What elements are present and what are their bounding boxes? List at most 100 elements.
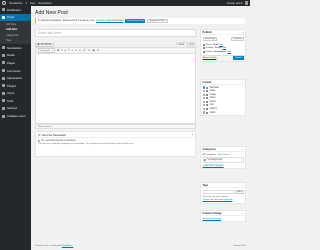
media-icon: ▣	[37, 44, 40, 46]
posts-submenu: All Posts Add New Categories Tags	[0, 21, 31, 44]
publish-box: Publish ▴ Save Draft Preview Status: Draft…	[200, 29, 246, 62]
most-used-tags-link[interactable]: Choose from the most used tags	[201, 198, 245, 203]
admin-bar-greeting[interactable]: Howdy, admin	[227, 2, 243, 5]
format-radio[interactable]	[203, 90, 206, 93]
upgrade-pro-button[interactable]: Upgrade to PRO	[146, 18, 168, 24]
set-featured-image-link[interactable]: Set featured image	[201, 216, 245, 221]
send-newsletter-panel: ✉ Send as Newsletter ▴ No, send this pos…	[35, 131, 196, 157]
notice-text: To activate Newsletters, please submit a…	[38, 20, 95, 22]
page-icon	[2, 61, 5, 65]
admin-bar-site[interactable]: Newsletters	[9, 2, 23, 5]
tag-input[interactable]	[202, 189, 234, 194]
edit-schedule-link[interactable]: Edit	[227, 51, 231, 53]
format-radio[interactable]	[203, 104, 206, 107]
move-to-trash-link[interactable]: Move to Trash	[203, 57, 217, 59]
send-newsletter-description: Turn this on to send this post/page as a…	[38, 143, 134, 146]
email-icon: ✉	[38, 132, 41, 137]
fullscreen-icon[interactable]: ⤢	[97, 49, 99, 52]
key-icon	[202, 43, 205, 46]
align-left-icon[interactable]: ≡	[72, 49, 74, 52]
add-new-category-link[interactable]: + Add New Category	[201, 163, 245, 168]
sidebar-item-pages[interactable]: Pages	[0, 59, 31, 67]
pin-icon	[206, 86, 209, 89]
sidebar-item-newsletters[interactable]: Newsletters	[0, 44, 31, 52]
sidebar-item-posts[interactable]: Posts	[0, 13, 31, 22]
tab-all-categories[interactable]: All Categories	[203, 154, 217, 156]
admin-bar-comments[interactable]: 0	[26, 2, 27, 5]
sidebar-item-plugins[interactable]: Plugins	[0, 82, 31, 90]
wordpress-logo-icon[interactable]	[2, 1, 6, 5]
avatar[interactable]	[244, 1, 248, 5]
plugin-icon	[2, 84, 5, 88]
blockquote-icon[interactable]: ❝	[68, 49, 69, 52]
sidebar-item-media[interactable]: Media	[0, 52, 31, 60]
video-icon	[206, 97, 209, 100]
page-title: Add New Post	[35, 10, 68, 16]
chevron-up-icon[interactable]: ▴	[242, 184, 243, 187]
pin-icon	[2, 15, 5, 19]
quote-icon	[206, 100, 209, 103]
edit-status-link[interactable]: Edit	[219, 44, 223, 46]
format-radio[interactable]	[203, 86, 206, 89]
category-checkbox[interactable]	[204, 158, 207, 162]
edit-visibility-link[interactable]: Edit	[223, 47, 227, 49]
tools-icon	[2, 99, 5, 103]
add-tag-button[interactable]: Add	[235, 189, 244, 195]
collapse-icon	[2, 114, 5, 118]
publish-button[interactable]: Publish	[233, 56, 244, 60]
format-radio[interactable]	[203, 111, 206, 114]
sidebar-item-comments[interactable]: Comments	[0, 67, 31, 75]
submit-serial-button[interactable]: Submit Serial Key	[125, 19, 146, 23]
save-draft-button[interactable]: Save Draft	[202, 36, 218, 42]
admin-bar-newsletters[interactable]: Newsletters	[38, 2, 52, 5]
chevron-up-icon[interactable]: ▴	[242, 212, 243, 215]
format-radio[interactable]	[203, 100, 206, 103]
submenu-tags[interactable]: Tags	[0, 38, 31, 43]
sidebar-item-appearance[interactable]: Appearance	[0, 74, 31, 82]
calendar-icon	[202, 50, 205, 53]
format-option-audio[interactable]: Audio	[201, 111, 245, 115]
post-title-input[interactable]: Enter title here	[35, 29, 196, 37]
editor-toolbar: Paragraph ▾ B I ≡ ❝ ≡ ≡ ≡ 🔗 ✂ ⊞ ⤢	[36, 47, 195, 54]
chevron-up-icon[interactable]: ▴	[242, 31, 243, 34]
chevron-up-icon[interactable]: ▴	[242, 81, 243, 84]
sidebar-item-dashboard[interactable]: Dashboard	[0, 6, 31, 14]
sidebar-item-collapse[interactable]: Collapse menu	[0, 112, 31, 120]
publish-schedule-row: Publish immediately Edit	[201, 50, 245, 54]
toolbar-toggle-icon[interactable]: ⊞	[93, 49, 95, 52]
aside-icon	[206, 90, 209, 93]
chevron-down-icon: ▾	[51, 50, 54, 52]
format-radio[interactable]	[203, 97, 206, 100]
sidebar-item-users[interactable]: Users	[0, 90, 31, 98]
sidebar-item-tools[interactable]: Tools	[0, 97, 31, 105]
image-icon	[206, 93, 209, 96]
format-box: Format ▴ Standard Aside Image Video Quote…	[200, 79, 246, 117]
sidebar-item-settings[interactable]: Settings	[0, 105, 31, 113]
italic-icon[interactable]: I	[61, 49, 62, 52]
post-content-editor[interactable]: Paragraph ▾ B I ≡ ❝ ≡ ≡ ≡ 🔗 ✂ ⊞ ⤢	[35, 47, 196, 124]
tags-box: Tags ▴ Add Separate tags with commas Choo…	[200, 182, 246, 204]
category-label: Uncategorized	[207, 159, 223, 161]
format-radio[interactable]	[203, 107, 206, 111]
featured-image-box: Featured Image ▴ Set featured image	[200, 210, 246, 222]
email-icon	[2, 46, 5, 50]
align-center-icon[interactable]: ≡	[75, 49, 77, 52]
admin-sidebar: Dashboard Posts All Posts Add New Catego…	[0, 6, 31, 250]
format-select[interactable]: Paragraph ▾	[37, 47, 56, 54]
preview-button[interactable]: Preview	[231, 36, 244, 42]
eye-icon	[202, 47, 205, 50]
add-media-button[interactable]: ▣ Add Media	[35, 42, 54, 47]
bullet-list-icon[interactable]: ≡	[64, 49, 66, 52]
tab-most-used[interactable]: Most Used	[218, 154, 228, 156]
format-radio[interactable]	[203, 93, 206, 96]
wordpress-link[interactable]: WordPress.	[62, 245, 73, 247]
align-right-icon[interactable]: ≡	[79, 49, 81, 52]
version-text: Version 4.6.1	[233, 245, 246, 247]
link-icon[interactable]: 🔗	[83, 49, 86, 52]
chevron-up-icon[interactable]: ▴	[242, 148, 243, 151]
chevron-up-icon[interactable]: ▴	[192, 133, 193, 136]
admin-bar-new[interactable]: New	[30, 2, 35, 5]
notice-link[interactable]: continue using Newsletters	[96, 20, 123, 22]
unlink-icon[interactable]: ✂	[88, 49, 90, 52]
bold-icon[interactable]: B	[57, 49, 59, 52]
